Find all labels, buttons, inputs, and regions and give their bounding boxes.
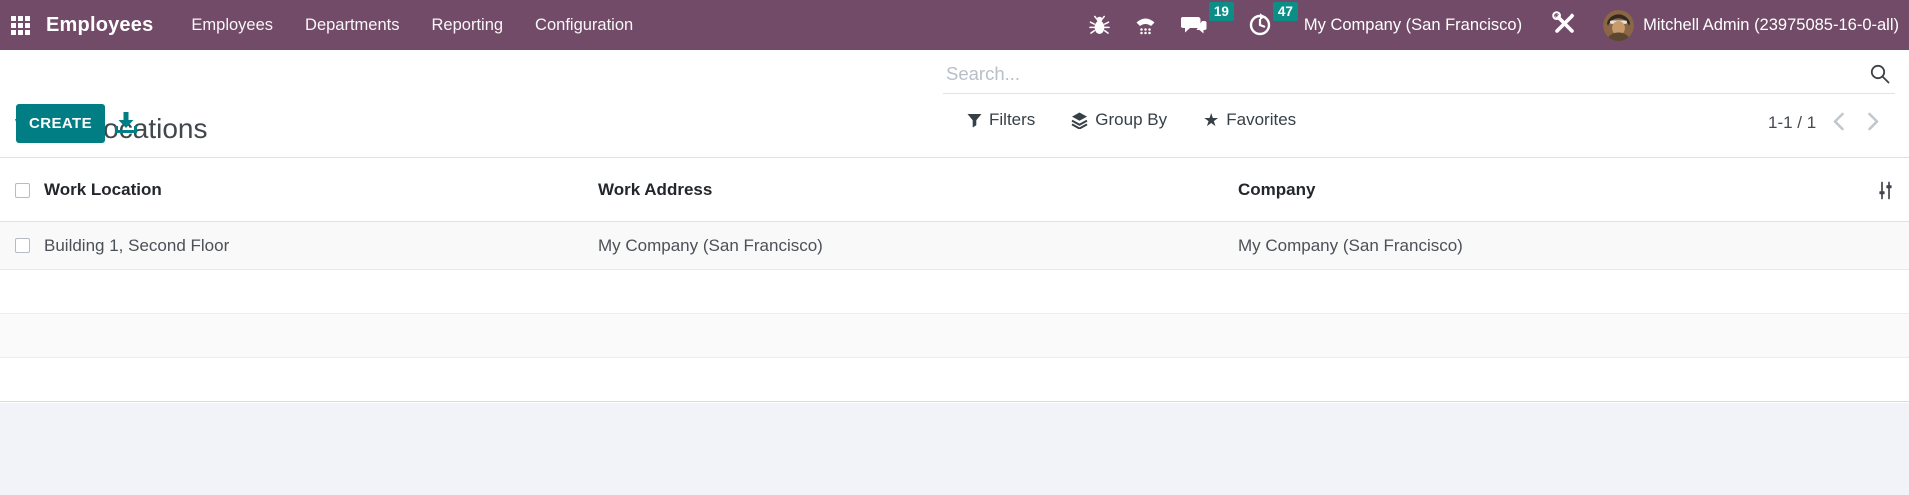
select-all-checkbox[interactable] <box>15 182 30 198</box>
group-by-label: Group By <box>1095 110 1168 129</box>
apps-grid-icon[interactable] <box>11 15 30 35</box>
bug-icon[interactable] <box>1077 14 1122 36</box>
search-input[interactable] <box>943 54 1895 93</box>
pager: 1-1 / 1 <box>1768 110 1886 136</box>
messages-badge: 19 <box>1208 2 1234 21</box>
control-panel: Work Locations CREATE Filters <box>0 50 1909 158</box>
navbar-left: Employees Employees Departments Reportin… <box>0 0 649 50</box>
user-menu[interactable]: Mitchell Admin (23975085-16-0-all) <box>1591 9 1903 41</box>
filters-button[interactable]: Filters <box>967 110 1035 130</box>
create-button[interactable]: CREATE <box>16 104 105 143</box>
menu-employees[interactable]: Employees <box>175 0 289 50</box>
tools-icon[interactable] <box>1537 10 1591 41</box>
empty-row <box>0 270 1909 314</box>
voip-phone-icon[interactable] <box>1122 14 1169 37</box>
menu-departments[interactable]: Departments <box>289 0 415 50</box>
activities-icon[interactable]: 47 <box>1236 2 1298 37</box>
pager-value: 1-1 / 1 <box>1768 113 1817 132</box>
messages-icon[interactable]: 19 <box>1169 2 1234 37</box>
filter-icon <box>967 113 982 127</box>
chevron-right-icon[interactable] <box>1861 110 1886 136</box>
download-icon[interactable] <box>112 110 140 138</box>
empty-row <box>0 314 1909 358</box>
favorites-button[interactable]: ★ Favorites <box>1203 110 1296 130</box>
top-navbar: Employees Employees Departments Reportin… <box>0 0 1909 50</box>
search-bar <box>943 54 1895 94</box>
header-company[interactable]: Company <box>1238 180 1853 200</box>
header-work-address[interactable]: Work Address <box>598 180 1238 200</box>
work-locations-list: Work Location Work Address Company Build… <box>0 159 1909 402</box>
avatar <box>1603 9 1635 41</box>
filters-label: Filters <box>989 110 1036 129</box>
column-options-icon[interactable] <box>1876 181 1909 200</box>
systray: 19 47 My Company (San Francisco) Mitchel… <box>1077 2 1909 41</box>
user-name: Mitchell Admin (23975085-16-0-all) <box>1643 15 1899 34</box>
header-work-location[interactable]: Work Location <box>44 180 598 200</box>
cell-company[interactable]: My Company (San Francisco) <box>1238 236 1853 256</box>
menu-configuration[interactable]: Configuration <box>519 0 649 50</box>
group-by-icon <box>1071 112 1088 129</box>
menu-reporting[interactable]: Reporting <box>416 0 520 50</box>
cell-work-address[interactable]: My Company (San Francisco) <box>598 236 1238 256</box>
group-by-button[interactable]: Group By <box>1071 110 1167 130</box>
favorites-star-icon: ★ <box>1203 110 1220 130</box>
search-icon[interactable] <box>1869 63 1891 90</box>
empty-row <box>0 358 1909 402</box>
chevron-left-icon[interactable] <box>1826 110 1851 136</box>
list-header-row: Work Location Work Address Company <box>0 159 1909 222</box>
activities-badge: 47 <box>1272 2 1298 21</box>
search-options: Filters Group By ★ Favorites <box>967 110 1296 130</box>
table-row[interactable]: Building 1, Second Floor My Company (San… <box>0 222 1909 270</box>
cell-work-location[interactable]: Building 1, Second Floor <box>44 236 598 256</box>
company-switcher[interactable]: My Company (San Francisco) <box>1284 16 1537 35</box>
app-name[interactable]: Employees <box>46 14 153 37</box>
page-background <box>0 403 1909 495</box>
favorites-label: Favorites <box>1226 110 1297 129</box>
row-checkbox[interactable] <box>15 238 30 253</box>
